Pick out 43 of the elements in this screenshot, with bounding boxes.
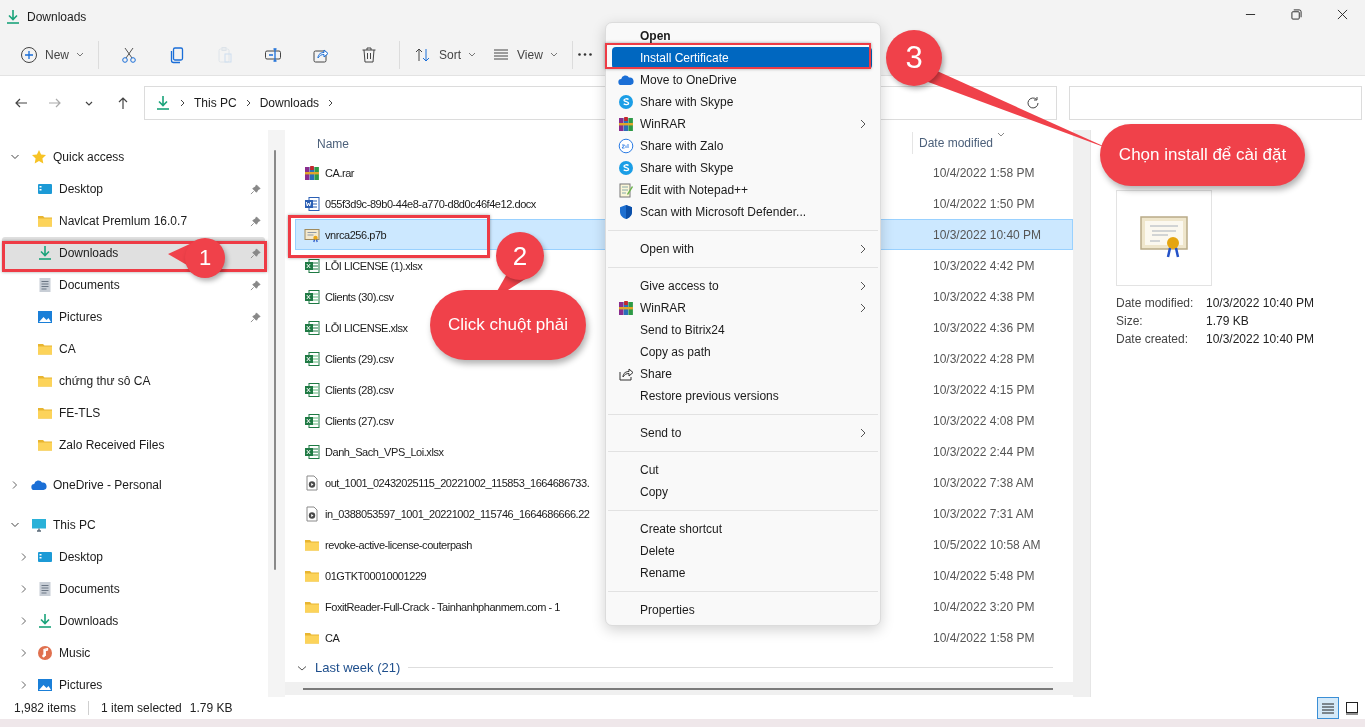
file-name: CA (325, 631, 340, 644)
selection-info: 1 item selected (101, 701, 182, 715)
date-cell-text: 10/3/2022 4:15 PM (933, 382, 1036, 397)
date-cell-text: 10/3/2022 4:42 PM (933, 258, 1036, 273)
property-label: Date modified: (1116, 296, 1195, 310)
file-name: revoke-active-license-couterpash (325, 538, 472, 551)
property-label: Size: (1116, 314, 1144, 328)
date-cell-text: 10/4/2022 1:50 PM (933, 196, 1036, 211)
date-cell-text: 10/3/2022 7:31 AM (933, 506, 1035, 521)
property-value: 10/3/2022 10:40 PM (1206, 296, 1316, 310)
callout-bubble: Chọn install để cài đặt (1100, 124, 1305, 186)
file-name: LỖI LICENSE.xlsx (325, 321, 408, 334)
file-name: in_0388053597_1001_20221002_115746_1664686666.22 (325, 507, 590, 520)
date-cell-text: 10/3/2022 4:08 PM (933, 413, 1036, 428)
window-title: Downloads (27, 10, 87, 24)
file-name: out_1001_02432025115_20221002_115853_1664686733. (325, 476, 590, 489)
date-cell-text: 10/3/2022 4:36 PM (933, 320, 1036, 335)
date-cell-text: 10/3/2022 4:38 PM (933, 289, 1036, 304)
file-name: Danh_Sach_VPS_Loi.xlsx (325, 445, 444, 458)
file-name: Clients (29).csv (325, 352, 394, 365)
date-cell-text: 10/4/2022 1:58 PM (933, 165, 1036, 180)
file-name: vnrca256.p7b (325, 228, 387, 241)
date-cell-text: 10/4/2022 5:48 PM (933, 568, 1036, 583)
date-cell-text: 10/4/2022 1:58 PM (933, 630, 1036, 645)
file-name: FoxitReader-Full-Crack - Tainhanhphanmem.com - 1 (325, 600, 560, 613)
property-label: Date created: (1116, 332, 1190, 346)
file-name: 055f3d9c-89b0-44e8-a770-d8d0c46f4e12.docx (325, 197, 536, 210)
date-cell-text: 10/4/2022 3:20 PM (933, 599, 1036, 614)
file-name: 01GTKT00010001229 (325, 569, 427, 582)
file-name: LỖI LICENSE (1).xlsx (325, 259, 423, 272)
date-cell-text: 10/3/2022 7:38 AM (933, 475, 1035, 490)
property-value: 10/3/2022 10:40 PM (1206, 332, 1316, 346)
selection-size: 1.79 KB (189, 701, 233, 715)
item-count: 1,982 items (14, 701, 77, 715)
date-cell-text: 10/3/2022 10:40 PM (933, 227, 1043, 242)
file-name: Clients (28).csv (325, 383, 394, 396)
property-value: 1.79 KB (1206, 314, 1250, 328)
file-name: CA.rar (325, 166, 355, 179)
file-name: Clients (30).csv (325, 290, 394, 303)
date-cell-text: 10/3/2022 4:28 PM (933, 351, 1036, 366)
date-cell-text: 10/5/2022 10:58 AM (933, 537, 1042, 552)
file-name: Clients (27).csv (325, 414, 394, 427)
date-cell-text: 10/3/2022 2:44 PM (933, 444, 1036, 459)
